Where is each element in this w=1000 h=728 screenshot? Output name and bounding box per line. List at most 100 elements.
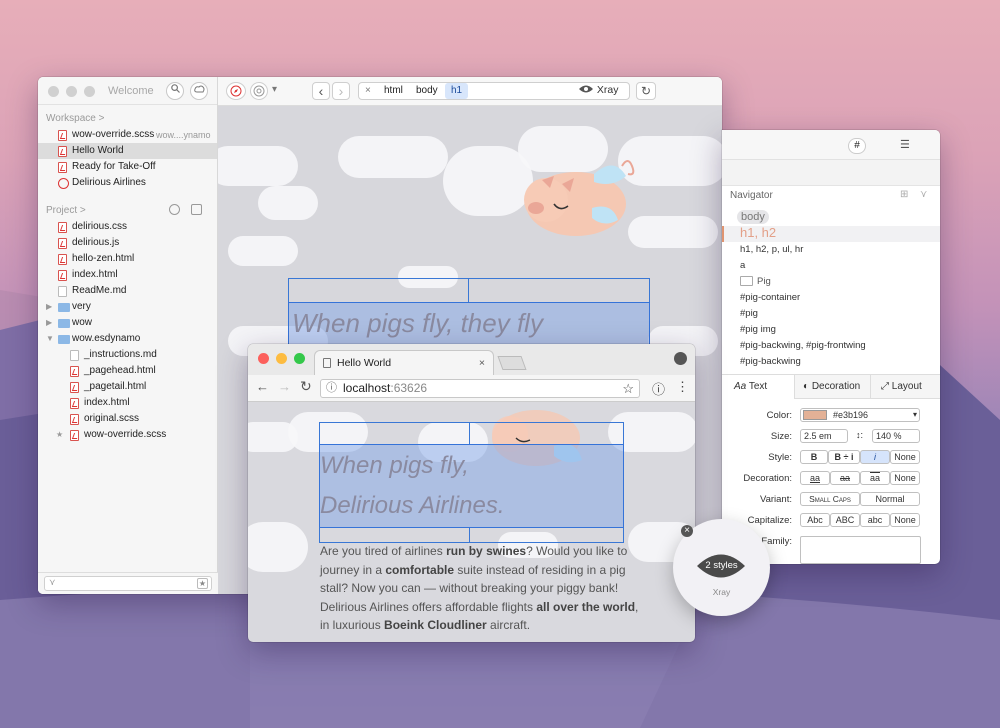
file-label: hello-zen.html <box>72 253 135 264</box>
workspace-item[interactable]: Ready for Take-Off <box>38 159 217 175</box>
file-item[interactable]: original.scss <box>38 411 217 427</box>
folder-item[interactable]: ▼ wow.esdynamo <box>38 331 217 347</box>
reload-icon[interactable]: ↻ <box>300 378 312 395</box>
reload-button[interactable]: ↻ <box>636 82 656 100</box>
style-bold-button[interactable]: B <box>800 450 828 464</box>
filter-field[interactable]: ⋎ ★ <box>44 576 212 591</box>
disclosure-icon[interactable]: ▶ <box>46 299 52 315</box>
add-rule-icon[interactable]: ⊞ <box>900 189 908 200</box>
tab-layout[interactable]: ⤢ Layout <box>870 375 940 399</box>
workspace-item[interactable]: Delirious Airlines <box>38 175 217 191</box>
workspace-item[interactable]: Hello World <box>38 143 217 159</box>
close-tab-icon[interactable]: × <box>479 351 485 375</box>
breadcrumb-h1[interactable]: h1 <box>445 83 469 99</box>
xray-badge[interactable]: × 2 styles Xray <box>673 519 770 616</box>
nav-item-rule[interactable]: a <box>740 260 745 271</box>
minimize-window-button[interactable] <box>66 86 77 97</box>
xray-toggle[interactable]: Xray <box>578 84 619 100</box>
browser-tab[interactable]: Hello World × <box>314 350 494 375</box>
line-height-field[interactable]: 140 % <box>872 429 920 443</box>
overline-button[interactable]: aa <box>860 471 890 485</box>
capitalize-none-button[interactable]: None <box>890 513 920 527</box>
workspace-header[interactable]: Workspace > <box>38 105 217 127</box>
file-item[interactable]: _pagehead.html <box>38 363 217 379</box>
nav-item-rule[interactable]: #pig-backwing, #pig-frontwing <box>740 340 866 351</box>
tab-decoration[interactable]: ◐ Decoration <box>794 375 870 399</box>
zoom-window-button[interactable] <box>84 86 95 97</box>
style-bold-italic-button[interactable]: B ÷ i <box>828 450 860 464</box>
folder-item[interactable]: ▶ very <box>38 299 217 315</box>
bookmark-star-icon[interactable]: ☆ <box>622 380 634 397</box>
hash-button[interactable]: # <box>848 138 866 154</box>
settings-icon[interactable] <box>191 204 202 215</box>
style-italic-button[interactable]: i <box>860 450 890 464</box>
cloud-sync-button[interactable] <box>190 82 208 100</box>
file-item[interactable]: index.html <box>38 267 217 283</box>
nav-item-rule[interactable]: #pig <box>740 308 758 319</box>
variant-normal-button[interactable]: Normal <box>860 492 920 506</box>
lowercase-button[interactable]: abc <box>860 513 890 527</box>
back-button[interactable]: ‹ <box>312 82 330 100</box>
minimize-window-button[interactable] <box>276 353 287 364</box>
nav-item-h1-h2[interactable]: h1, h2 <box>740 225 776 240</box>
star-filter-icon[interactable]: ★ <box>197 578 208 589</box>
file-item[interactable]: delirious.js <box>38 235 217 251</box>
file-item[interactable]: index.html <box>38 395 217 411</box>
forward-arrow-icon[interactable]: → <box>278 379 291 394</box>
chevron-down-icon[interactable]: ▾ <box>272 84 277 95</box>
layout-tab-icon: ⤢ <box>881 381 889 392</box>
search-button[interactable] <box>166 82 184 100</box>
filter-icon[interactable]: ⋎ <box>920 189 927 200</box>
target-button[interactable] <box>250 82 268 100</box>
project-header[interactable]: Project > <box>38 197 217 219</box>
close-window-button[interactable] <box>258 353 269 364</box>
nav-item-rule[interactable]: #pig img <box>740 324 776 335</box>
new-tab-button[interactable] <box>497 356 527 370</box>
decoration-none-button[interactable]: None <box>890 471 920 485</box>
disclosure-icon[interactable]: ▼ <box>46 331 54 347</box>
file-item[interactable]: ★ wow-override.scss <box>38 427 217 443</box>
back-arrow-icon[interactable]: ← <box>256 379 269 394</box>
file-item[interactable]: ReadMe.md <box>38 283 217 299</box>
file-item[interactable]: hello-zen.html <box>38 251 217 267</box>
tab-text[interactable]: Aa Text <box>722 375 794 399</box>
profile-icon[interactable] <box>674 352 687 365</box>
list-wrench-icon[interactable]: ☰ <box>900 138 910 151</box>
nav-item-rule[interactable]: #pig-backwing <box>740 356 801 367</box>
capitalize-button[interactable]: Abc <box>800 513 830 527</box>
style-none-button[interactable]: None <box>890 450 920 464</box>
folder-item[interactable]: ▶ wow <box>38 315 217 331</box>
file-item[interactable]: _instructions.md <box>38 347 217 363</box>
font-family-field[interactable] <box>800 536 921 564</box>
extension-info-icon[interactable]: ⓘ <box>652 379 665 398</box>
small-caps-button[interactable]: Small Caps <box>800 492 860 506</box>
nav-item-rule[interactable]: h1, h2, p, ul, hr <box>740 244 803 255</box>
forward-button[interactable]: › <box>332 82 350 100</box>
info-icon[interactable]: ⓘ <box>326 380 337 397</box>
breadcrumb-body[interactable]: body <box>416 83 438 99</box>
zoom-window-button[interactable] <box>294 353 305 364</box>
color-field[interactable]: #e3b196 ▾ <box>800 408 920 422</box>
workspace-item-label: wow-override.scss <box>72 129 155 140</box>
file-label: index.html <box>84 397 130 408</box>
file-item[interactable]: _pagetail.html <box>38 379 217 395</box>
close-icon[interactable]: × <box>365 83 371 99</box>
underline-button[interactable]: aa <box>800 471 830 485</box>
nav-item-rule[interactable]: #pig-container <box>740 292 800 303</box>
compass-button[interactable] <box>226 82 246 100</box>
uppercase-button[interactable]: ABC <box>830 513 860 527</box>
close-window-button[interactable] <box>48 86 59 97</box>
breadcrumb-html[interactable]: html <box>384 83 403 99</box>
nav-section-pig[interactable]: Pig <box>757 276 771 287</box>
address-bar[interactable]: ⓘ localhost:63626 ☆ <box>320 379 640 398</box>
color-swatch[interactable] <box>803 410 827 420</box>
close-icon[interactable]: × <box>681 525 693 537</box>
disclosure-icon[interactable]: ▶ <box>46 315 52 331</box>
nav-item-body[interactable]: body <box>737 210 769 224</box>
sync-icon[interactable] <box>169 204 180 215</box>
strikethrough-button[interactable]: aa <box>830 471 860 485</box>
workspace-item[interactable]: wow-override.scss wow....ynamo <box>38 127 217 143</box>
file-item[interactable]: delirious.css <box>38 219 217 235</box>
more-menu-icon[interactable]: ⋮ <box>676 379 689 395</box>
size-field[interactable]: 2.5 em <box>800 429 848 443</box>
